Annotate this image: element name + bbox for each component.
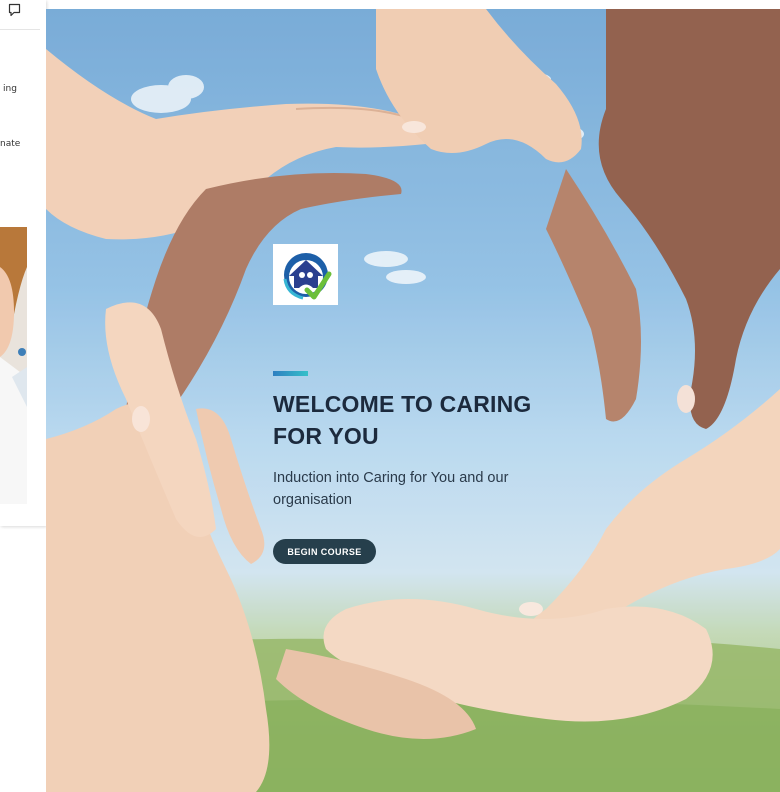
accent-bar: [273, 371, 308, 376]
course-cover: WELCOME TO CARING FOR YOU Induction into…: [46, 9, 780, 792]
text-fragment: nate: [0, 139, 21, 149]
side-panel: ing nate: [0, 0, 46, 526]
text-fragment: ing: [3, 84, 17, 94]
course-title: WELCOME TO CARING FOR YOU: [273, 391, 532, 449]
begin-course-button[interactable]: BEGIN COURSE: [273, 539, 376, 564]
divider: [0, 29, 40, 30]
comment-icon[interactable]: [8, 3, 21, 17]
organisation-logo: [273, 244, 338, 305]
course-subtitle: Induction into Caring for You and our or…: [273, 470, 509, 508]
person-photo: [0, 227, 27, 504]
